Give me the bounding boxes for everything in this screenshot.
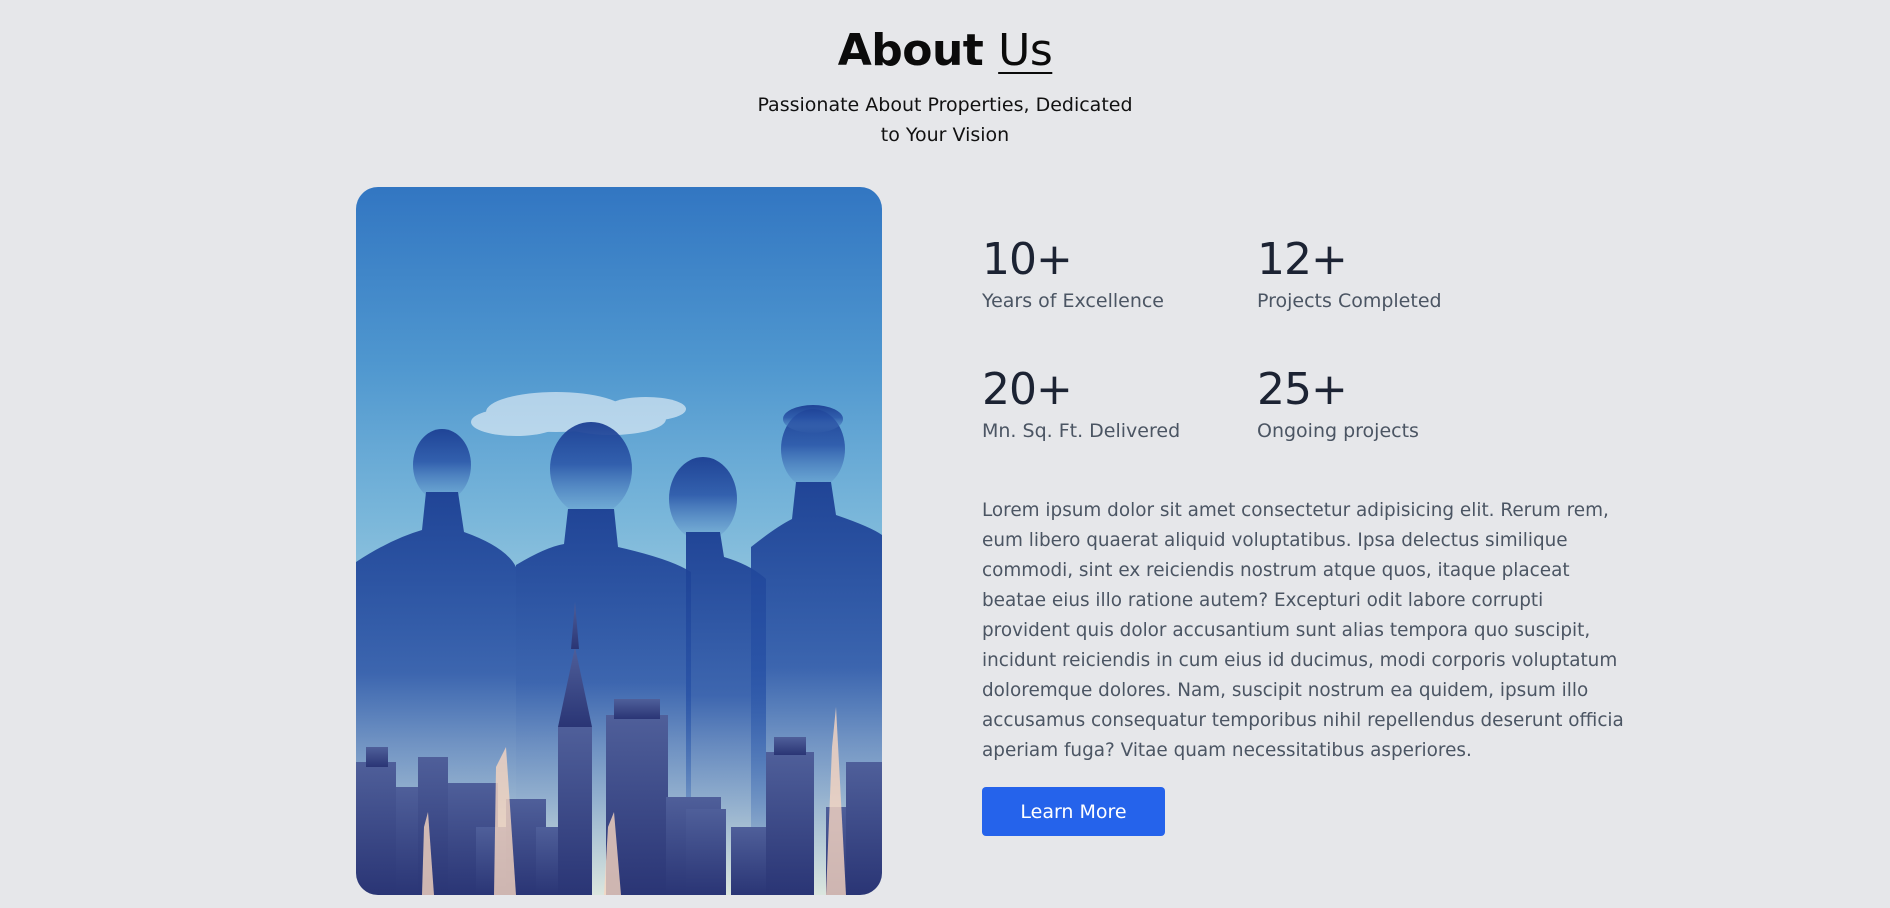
stat-projects-completed: 12+ Projects Completed (1257, 232, 1517, 314)
about-description: Lorem ipsum dolor sit amet consectetur a… (982, 500, 1624, 761)
section-header: About Us Passionate About Properties, De… (0, 22, 1890, 150)
stat-sq-ft-delivered: 20+ Mn. Sq. Ft. Delivered (982, 362, 1242, 444)
stat-value: 25+ (1257, 364, 1348, 415)
learn-more-button[interactable]: Learn More (982, 787, 1165, 836)
stat-label: Years of Excellence (982, 290, 1164, 312)
page-title: About Us (0, 22, 1890, 80)
stat-label: Projects Completed (1257, 290, 1442, 312)
stat-ongoing-projects: 25+ Ongoing projects (1257, 362, 1517, 444)
title-underlined-word: Us (998, 25, 1053, 76)
stat-label: Mn. Sq. Ft. Delivered (982, 420, 1181, 442)
title-bold-word: About (837, 25, 984, 76)
stat-value: 20+ (982, 364, 1073, 415)
page-subtitle: Passionate About Properties, Dedicated t… (757, 94, 1133, 146)
team-silhouettes-illustration (356, 187, 882, 895)
stat-value: 10+ (982, 234, 1073, 285)
team-city-image (356, 187, 882, 895)
stat-label: Ongoing projects (1257, 420, 1419, 442)
stat-value: 12+ (1257, 234, 1348, 285)
stat-years-of-excellence: 10+ Years of Excellence (982, 232, 1242, 314)
